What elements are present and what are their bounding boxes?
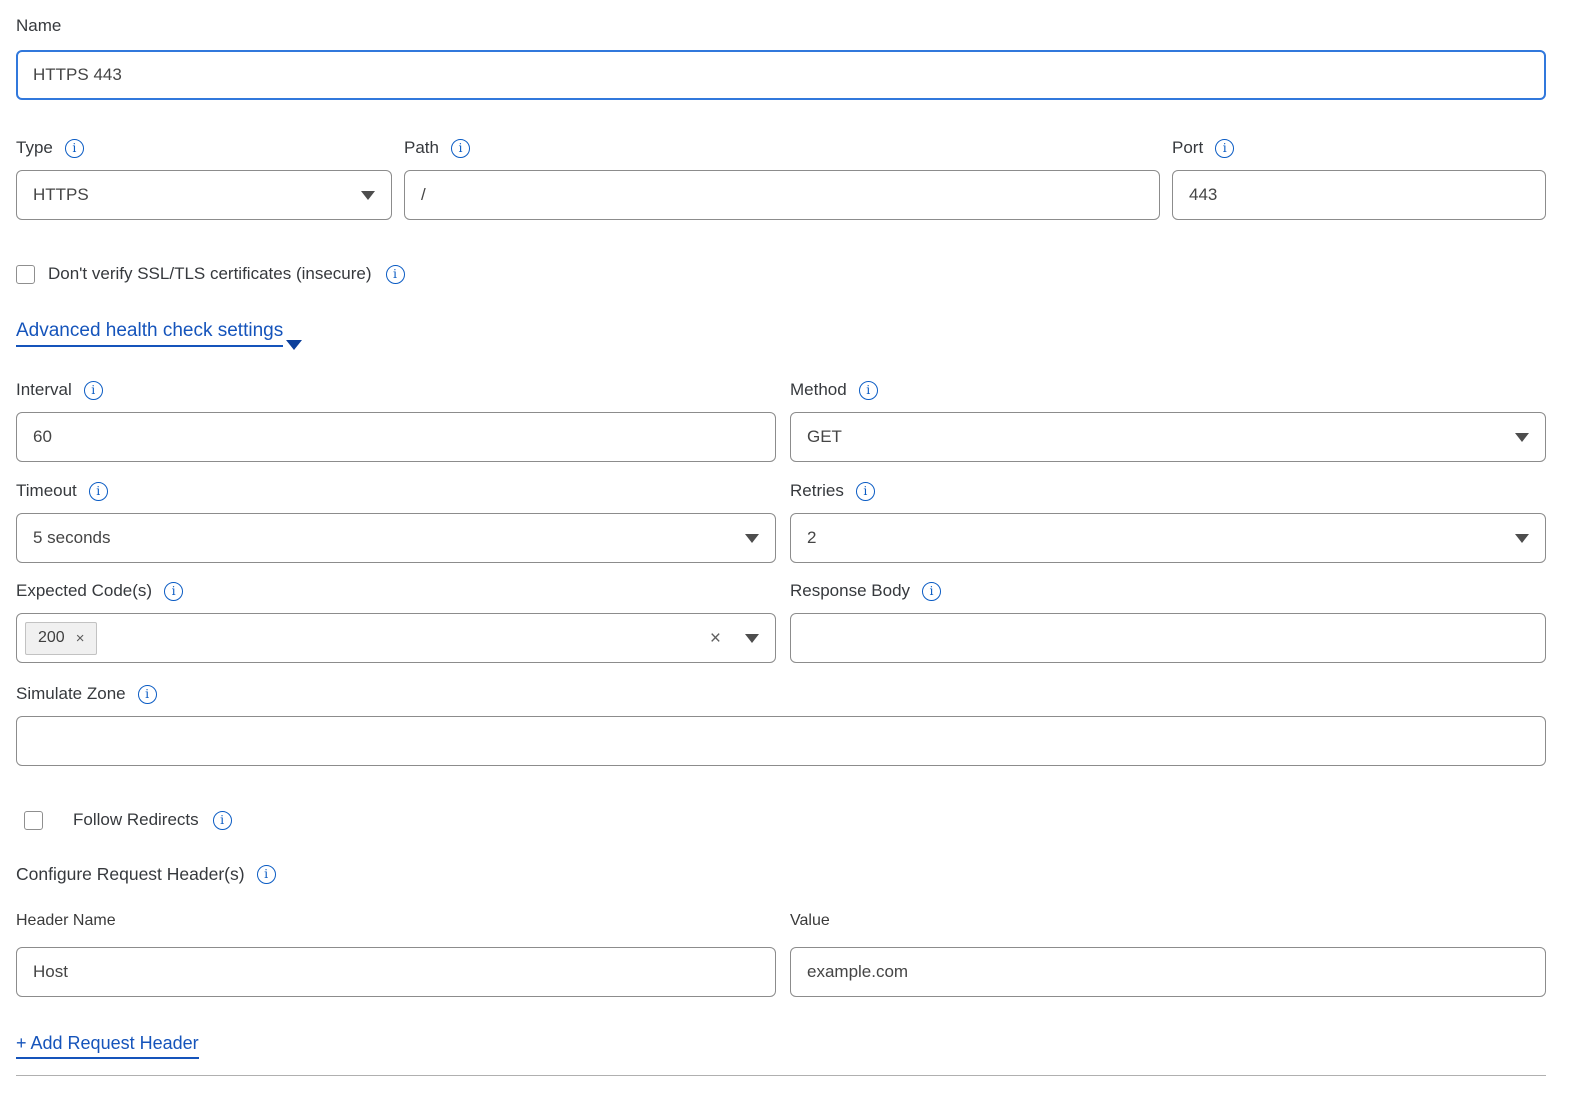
port-label: Port <box>1172 138 1203 158</box>
simulate-zone-input[interactable] <box>16 716 1546 766</box>
chevron-down-icon <box>286 340 302 350</box>
timeout-select-value: 5 seconds <box>33 528 111 548</box>
clear-all-icon[interactable]: × <box>710 629 721 648</box>
info-icon[interactable]: i <box>859 381 878 400</box>
section-divider <box>16 1075 1546 1076</box>
method-select[interactable]: GET <box>790 412 1546 462</box>
interval-label: Interval <box>16 380 72 400</box>
expected-codes-label: Expected Code(s) <box>16 581 152 601</box>
chevron-down-icon <box>361 191 375 200</box>
ssl-verify-label: Don't verify SSL/TLS certificates (insec… <box>48 264 372 284</box>
name-input[interactable] <box>16 50 1546 100</box>
info-icon[interactable]: i <box>1215 139 1234 158</box>
method-label: Method <box>790 380 847 400</box>
path-input[interactable] <box>404 170 1160 220</box>
interval-method-row: Interval i Method i GET <box>16 380 1546 462</box>
type-path-port-row: Type i HTTPS Path i Port i <box>16 138 1546 220</box>
info-icon[interactable]: i <box>386 265 405 284</box>
interval-input[interactable] <box>16 412 776 462</box>
chevron-down-icon <box>1515 433 1529 442</box>
name-label-row: Name <box>16 16 1546 36</box>
info-icon[interactable]: i <box>89 482 108 501</box>
header-value-label: Value <box>790 912 830 930</box>
info-icon[interactable]: i <box>213 811 232 830</box>
port-input[interactable] <box>1172 170 1546 220</box>
remove-tag-icon[interactable]: × <box>76 630 85 647</box>
type-label: Type <box>16 138 53 158</box>
info-icon[interactable]: i <box>164 582 183 601</box>
timeout-label: Timeout <box>16 481 77 501</box>
simulate-zone-label: Simulate Zone <box>16 684 126 704</box>
info-icon[interactable]: i <box>65 139 84 158</box>
retries-select[interactable]: 2 <box>790 513 1546 563</box>
info-icon[interactable]: i <box>922 582 941 601</box>
name-label: Name <box>16 16 61 36</box>
chevron-down-icon <box>1515 534 1529 543</box>
timeout-retries-row: Timeout i 5 seconds Retries i 2 <box>16 481 1546 563</box>
response-body-label: Response Body <box>790 581 910 601</box>
info-icon[interactable]: i <box>451 139 470 158</box>
request-headers-section-title-row: Configure Request Header(s) i <box>16 864 1546 885</box>
method-select-value: GET <box>807 427 842 447</box>
advanced-settings-link[interactable]: Advanced health check settings <box>16 320 302 347</box>
path-label: Path <box>404 138 439 158</box>
chevron-down-icon[interactable] <box>745 634 759 643</box>
type-select-value: HTTPS <box>33 185 89 205</box>
add-request-header-link[interactable]: + Add Request Header <box>16 1033 199 1059</box>
health-check-form: Name Type i HTTPS Path i Port i <box>0 0 1570 1076</box>
header-value-input[interactable] <box>790 947 1546 997</box>
info-icon[interactable]: i <box>84 381 103 400</box>
info-icon[interactable]: i <box>856 482 875 501</box>
codes-body-row: Expected Code(s) i 200 × × Response Body… <box>16 581 1546 663</box>
chevron-down-icon <box>745 534 759 543</box>
request-headers-section-title: Configure Request Header(s) <box>16 864 245 885</box>
follow-redirects-checkbox[interactable] <box>24 811 43 830</box>
retries-select-value: 2 <box>807 528 816 548</box>
timeout-select[interactable]: 5 seconds <box>16 513 776 563</box>
header-name-input[interactable] <box>16 947 776 997</box>
expected-code-tag-value: 200 <box>38 629 65 647</box>
request-header-row: Header Name Value <box>16 912 1546 997</box>
follow-redirects-row: Follow Redirects i <box>16 810 1546 830</box>
ssl-verify-row: Don't verify SSL/TLS certificates (insec… <box>16 264 1546 284</box>
info-icon[interactable]: i <box>138 685 157 704</box>
info-icon[interactable]: i <box>257 865 276 884</box>
type-select[interactable]: HTTPS <box>16 170 392 220</box>
expected-codes-multiselect[interactable]: 200 × × <box>16 613 776 663</box>
response-body-input[interactable] <box>790 613 1546 663</box>
expected-code-tag: 200 × <box>25 622 97 655</box>
ssl-verify-checkbox[interactable] <box>16 265 35 284</box>
follow-redirects-label: Follow Redirects <box>73 810 199 830</box>
advanced-settings-link-text: Advanced health check settings <box>16 320 283 347</box>
header-name-label: Header Name <box>16 912 116 930</box>
retries-label: Retries <box>790 481 844 501</box>
